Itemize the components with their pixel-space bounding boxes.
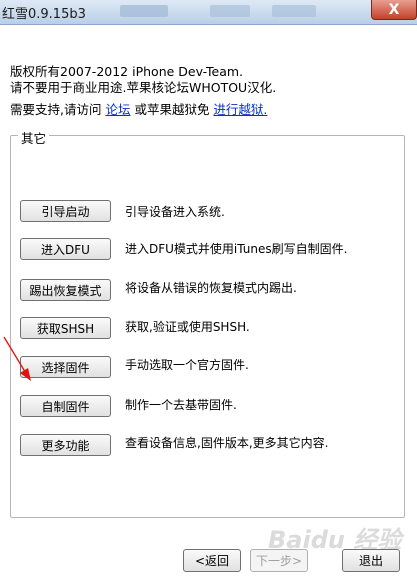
annotation-arrow-icon	[3, 336, 31, 381]
next-button[interactable]: 下一步>	[250, 549, 308, 572]
exit-button[interactable]: 退出	[342, 549, 400, 572]
back-button[interactable]: <返回	[183, 549, 241, 572]
